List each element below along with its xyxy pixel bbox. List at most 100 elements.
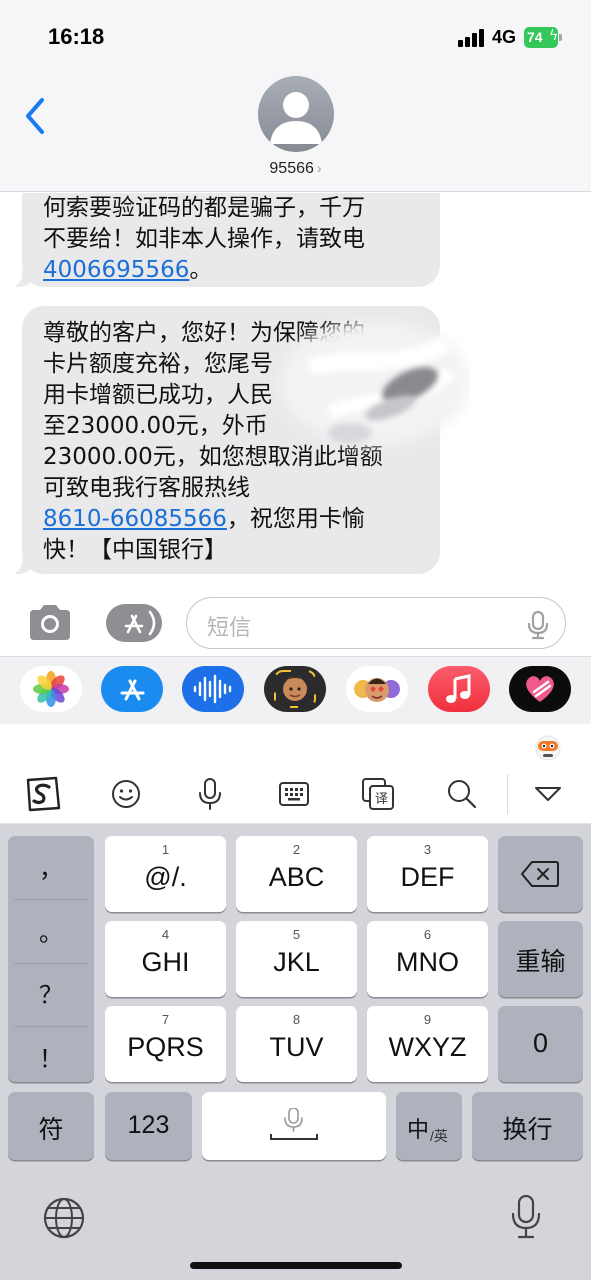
emoji-icon [112,780,140,808]
compose-bar: 短信 [0,590,591,656]
punct-key[interactable]: 。 [8,902,94,964]
person-icon [270,92,322,144]
voice-input-button[interactable] [190,776,230,812]
back-button[interactable] [20,94,56,138]
message-line: 卡片额度充裕，您尾号 [43,351,273,377]
message-line: 可致电我行客服热线 [43,475,250,501]
message-line: 尊敬的客户，您好！为保障您的 [43,320,365,346]
contact-name-button[interactable]: 95566 › [0,160,591,178]
message-line: 4006695566。 [43,257,213,283]
punct-key[interactable]: ！ [8,1028,94,1090]
numbers-key[interactable]: 123 [105,1092,192,1160]
punct-key[interactable]: ？ [8,964,94,1026]
phone-link[interactable]: 8610-66085566 [43,506,227,532]
sogou-assistant-icon[interactable] [533,732,563,760]
punct-key[interactable]: ， [8,838,94,900]
memoji-icon [274,670,316,708]
message-line: 快！【中国银行】 [43,537,227,563]
t9-keyboard: ， 。 ？ ！ 1 @/. 2 ABC 3 DEF 4 GHI 5 JKL 6 … [0,824,591,1280]
keyboard-layout-button[interactable] [274,776,314,812]
globe-icon [43,1197,85,1239]
message-list[interactable]: 何索要验证码的都是骗子，千万 不要给！如非本人操作，请致电 4006695566… [0,193,591,590]
key-3[interactable]: 3 DEF [367,836,488,912]
signal-strength-icon [458,29,486,47]
message-line: 8610-66085566，祝您用卡愉 [43,506,365,532]
dictation-mic-icon[interactable] [527,610,549,640]
chevron-right-icon: › [316,160,322,176]
globe-button[interactable] [42,1196,86,1240]
keyboard-toolbar: 译 [0,764,591,824]
collapse-keyboard-icon [535,787,561,801]
translate-button[interactable]: 译 [358,776,398,812]
space-key[interactable] [202,1092,386,1160]
music-app[interactable] [428,666,490,712]
language-switch-key[interactable]: 中 /英 [396,1092,462,1160]
retype-key[interactable]: 重输 [498,921,583,997]
app-store-icon [124,610,156,636]
delete-key[interactable] [498,836,583,912]
key-8[interactable]: 8 TUV [236,1006,357,1082]
camera-button[interactable] [26,602,74,644]
message-line: 何索要验证码的都是骗子，千万 [43,195,365,221]
heart-digital-touch-icon [526,676,554,702]
status-time: 16:18 [48,24,105,49]
key-6[interactable]: 6 MNO [367,921,488,997]
key-7[interactable]: 7 PQRS [105,1006,226,1082]
app-store-app[interactable] [101,666,163,712]
symbols-key[interactable]: 符 [8,1092,94,1160]
phone-link[interactable]: 4006695566 [43,257,189,283]
contact-avatar[interactable] [258,76,334,152]
camera-icon [30,605,70,640]
message-input[interactable]: 短信 [186,597,566,649]
key-1[interactable]: 1 @/. [105,836,226,912]
microphone-icon [511,1194,541,1239]
backspace-icon [521,861,559,887]
space-mic-icon [270,1108,318,1140]
key-5[interactable]: 5 JKL [236,921,357,997]
status-bar: 16:18 4G 74 ϟ [0,0,591,72]
charging-bolt-icon: ϟ [549,28,559,44]
memoji-stickers-app[interactable] [346,666,408,712]
search-button[interactable] [442,776,482,812]
audio-waveform-icon [193,674,232,704]
photos-app[interactable] [20,666,82,712]
contact-name: 95566 [269,160,314,177]
imessage-app-drawer [0,656,591,724]
message-bubble[interactable]: 何索要验证码的都是骗子，千万 不要给！如非本人操作，请致电 4006695566… [4,193,440,287]
audio-message-app[interactable] [182,666,244,712]
punctuation-column[interactable]: ， 。 ？ ！ [8,836,94,1082]
sogou-menu-button[interactable] [22,776,62,812]
search-icon [448,780,477,809]
svg-text:译: 译 [375,792,388,807]
digital-touch-app[interactable] [509,666,571,712]
conversation-header: 95566 › [0,72,591,192]
memoji-app[interactable] [264,666,326,712]
chevron-left-icon [26,98,44,134]
candidate-strip [0,724,591,764]
message-line: 用卡增额已成功，人民 [43,382,273,408]
keyboard-layout-icon [279,782,309,806]
photos-icon [33,671,69,707]
message-line: 不要给！如非本人操作，请致电 [43,226,365,252]
key-4[interactable]: 4 GHI [105,921,226,997]
return-key[interactable]: 换行 [472,1092,583,1160]
animoji-stickers-icon [354,678,400,702]
message-bubble[interactable]: 尊敬的客户，您好！为保障您的 卡片额度充裕，您尾号 用卡增额已成功，人民 至23… [4,306,440,574]
message-input-placeholder: 短信 [207,616,252,641]
emoji-button[interactable] [106,776,146,812]
app-store-icon [120,679,145,701]
message-line: 23000.00元，如您想取消此增额 [43,444,383,470]
home-indicator[interactable] [190,1262,402,1269]
dictation-button[interactable] [510,1194,542,1240]
translate-icon: 译 [362,778,394,810]
collapse-keyboard-button[interactable] [528,776,568,812]
music-note-icon [446,674,471,703]
apps-button[interactable] [106,604,162,642]
battery-icon: 74 ϟ [524,27,562,48]
sogou-logo-icon [26,776,61,812]
key-2[interactable]: 2 ABC [236,836,357,912]
key-9[interactable]: 9 WXYZ [367,1006,488,1082]
network-type: 4G [492,27,517,47]
key-0[interactable]: 0 [498,1006,583,1082]
voice-input-icon [199,778,221,810]
